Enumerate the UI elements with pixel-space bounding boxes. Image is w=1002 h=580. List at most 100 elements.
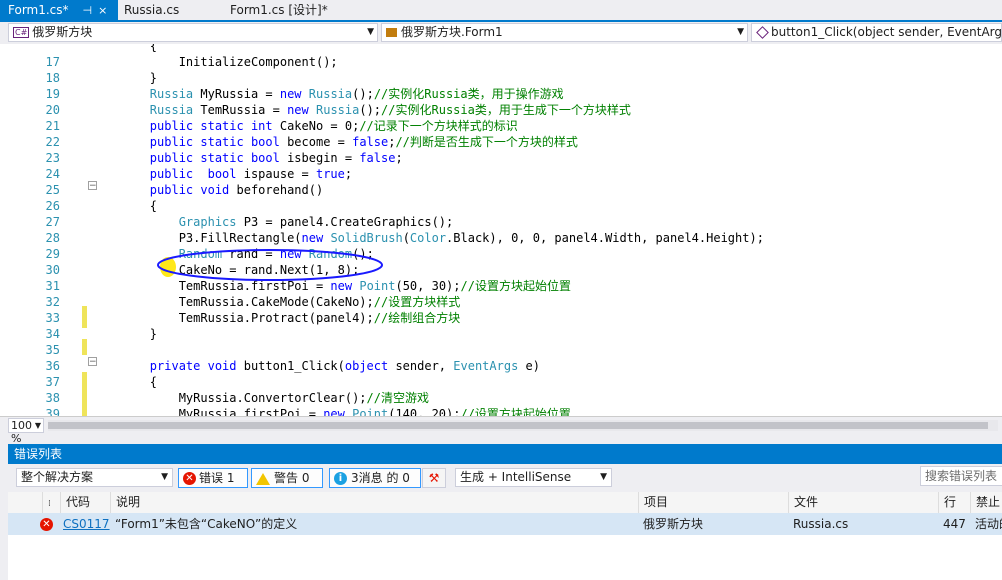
code-line[interactable]: private void button1_Click(object sender… bbox=[92, 358, 540, 374]
line-number: 25 bbox=[45, 183, 60, 197]
member-name: button1_Click(object sender, EventArgs bbox=[771, 25, 1002, 39]
line-number: 35 bbox=[45, 343, 60, 357]
line-number: 19 bbox=[45, 87, 60, 101]
messages-filter-button[interactable]: i 3消息 的 0 bbox=[329, 468, 421, 488]
error-icon-cell: ✕ bbox=[38, 513, 60, 535]
tab-label: Form1.cs [设计]* bbox=[230, 3, 328, 17]
error-code-link[interactable]: CS0117 bbox=[63, 517, 110, 531]
column-project[interactable]: 项目 bbox=[638, 492, 788, 513]
errors-filter-button[interactable]: ✕ 错误 1 bbox=[178, 468, 248, 488]
scrollbar-thumb[interactable] bbox=[48, 422, 988, 429]
chevron-down-icon: ▼ bbox=[600, 472, 607, 482]
line-number: 31 bbox=[45, 279, 60, 293]
navigation-bar: C# 俄罗斯方块 ▼ 俄罗斯方块.Form1 ▼ button1_Click(obje… bbox=[0, 22, 1002, 44]
tab-russia-cs[interactable]: Russia.cs bbox=[116, 0, 216, 20]
change-marker bbox=[82, 306, 87, 328]
source-dropdown[interactable]: 生成 + IntelliSense ▼ bbox=[455, 468, 612, 487]
column-icon[interactable] bbox=[8, 492, 42, 513]
line-number: 30 bbox=[45, 263, 60, 277]
code-line[interactable]: Russia MyRussia = new Russia();//实例化Russ… bbox=[92, 86, 564, 102]
zoom-combo[interactable]: 100 % ▼ bbox=[8, 418, 44, 445]
class-combo[interactable]: 俄罗斯方块.Form1 ▼ bbox=[381, 23, 748, 42]
error-icon: ✕ bbox=[40, 518, 53, 531]
column-label: 行 bbox=[944, 495, 957, 509]
class-name: 俄罗斯方块.Form1 bbox=[401, 25, 503, 39]
error-suppression: 活动的 bbox=[975, 517, 1002, 531]
table-row[interactable]: ✕ CS0117 “Form1”未包含“CakeNO”的定义 俄罗斯方块 Rus… bbox=[8, 513, 1002, 535]
warnings-filter-button[interactable]: 警告 0 bbox=[251, 468, 323, 488]
code-line[interactable]: MyRussia.ConvertorClear();//清空游戏 bbox=[92, 390, 429, 406]
member-combo[interactable]: button1_Click(object sender, EventArgs bbox=[751, 23, 1002, 42]
code-line[interactable]: InitializeComponent(); bbox=[92, 54, 338, 70]
errors-label: 错误 1 bbox=[199, 471, 235, 485]
line-number: 37 bbox=[45, 375, 60, 389]
column-filter-icon[interactable]: ⁞ bbox=[42, 492, 60, 513]
error-list-toolbar: 整个解决方案 ▼ ✕ 错误 1 警告 0 i 3消息 的 0 ⚒ 生成 + Intel… bbox=[8, 464, 1002, 490]
project-combo[interactable]: C# 俄罗斯方块 ▼ bbox=[8, 23, 378, 42]
project-cell: 俄罗斯方块 bbox=[638, 513, 788, 535]
collapse-icon[interactable]: − bbox=[88, 357, 97, 367]
error-file: Russia.cs bbox=[793, 517, 849, 531]
code-line[interactable]: TemRussia.Protract(panel4);//绘制组合方块 bbox=[92, 310, 461, 326]
editor-status-strip: 100 % ▼ bbox=[0, 416, 1002, 445]
code-line[interactable]: { bbox=[92, 198, 157, 214]
chevron-down-icon: ▼ bbox=[34, 421, 41, 430]
messages-label: 3消息 的 0 bbox=[351, 471, 410, 485]
scope-dropdown[interactable]: 整个解决方案 ▼ bbox=[16, 468, 173, 487]
code-cell[interactable]: CS0117 bbox=[58, 513, 110, 535]
column-label: 禁止 bbox=[976, 495, 1001, 509]
hand-drawn-circle bbox=[157, 249, 383, 281]
code-line[interactable]: public bool ispause = true; bbox=[92, 166, 352, 182]
annotation-overlay bbox=[157, 249, 383, 281]
line-number: 20 bbox=[45, 103, 60, 117]
error-line: 447 bbox=[943, 517, 966, 531]
code-line[interactable]: public void beforehand() bbox=[92, 182, 323, 198]
code-editor[interactable]: 17 18 19 20 21 22 23 24 25 26 27 28 29 30 31 32 33 34 35 36… bbox=[0, 44, 1002, 416]
scope-value: 整个解决方案 bbox=[21, 470, 94, 484]
filter-build-errors-button[interactable]: ⚒ bbox=[422, 468, 446, 488]
error-list-title: 错误列表 bbox=[8, 444, 1002, 464]
close-icon[interactable]: × bbox=[98, 4, 107, 17]
tab-label: Form1.cs* bbox=[8, 3, 69, 17]
column-description[interactable]: 说明 bbox=[110, 492, 638, 513]
tab-form1-cs[interactable]: Form1.cs* ⊣ × bbox=[0, 0, 118, 20]
code-line[interactable]: Graphics P3 = panel4.CreateGraphics(); bbox=[92, 214, 454, 230]
error-project: 俄罗斯方块 bbox=[643, 517, 704, 531]
tab-form1-designer[interactable]: Form1.cs [设计]* bbox=[222, 0, 342, 20]
method-icon bbox=[756, 26, 769, 39]
line-number: 24 bbox=[45, 167, 60, 181]
warnings-label: 警告 0 bbox=[274, 471, 310, 485]
line-number: 23 bbox=[45, 151, 60, 165]
column-file[interactable]: 文件 bbox=[788, 492, 938, 513]
file-cell: Russia.cs bbox=[788, 513, 938, 535]
code-line[interactable]: { bbox=[92, 374, 157, 390]
code-line[interactable]: public static bool become = false;//判断是否… bbox=[92, 134, 578, 150]
chevron-down-icon: ▼ bbox=[367, 27, 374, 37]
code-line[interactable]: } bbox=[92, 326, 157, 342]
code-line[interactable]: MyRussia.firstPoi = new Point(140, 20);/… bbox=[92, 406, 571, 416]
column-line[interactable]: 行 bbox=[938, 492, 970, 513]
code-line[interactable]: Russia TemRussia = new Russia();//实例化Rus… bbox=[92, 102, 631, 118]
line-number: 38 bbox=[45, 391, 60, 405]
suppression-cell: 活动的 bbox=[970, 513, 1002, 535]
collapse-icon[interactable]: − bbox=[88, 181, 97, 191]
chevron-down-icon: ▼ bbox=[737, 27, 744, 37]
warning-icon bbox=[256, 472, 270, 485]
code-line[interactable]: public static bool isbegin = false; bbox=[92, 150, 403, 166]
horizontal-scrollbar[interactable] bbox=[48, 420, 998, 431]
class-icon bbox=[386, 28, 397, 37]
code-line[interactable]: public static int CakeNo = 0;//记录下一个方块样式… bbox=[92, 118, 518, 134]
column-suppression[interactable]: 禁止 bbox=[970, 492, 1002, 513]
code-line[interactable]: { bbox=[92, 44, 157, 54]
search-error-list-input[interactable]: 搜索错误列表 bbox=[920, 466, 1002, 486]
error-icon: ✕ bbox=[183, 472, 196, 485]
line-number: 18 bbox=[45, 71, 60, 85]
column-code[interactable]: 代码 bbox=[60, 492, 110, 513]
filter-icon: ⁞ bbox=[48, 499, 51, 509]
filter-icon: ⚒ bbox=[428, 471, 440, 485]
pin-icon[interactable]: ⊣ bbox=[83, 4, 93, 17]
line-number: 26 bbox=[45, 199, 60, 213]
code-line[interactable]: } bbox=[92, 70, 157, 86]
source-value: 生成 + IntelliSense bbox=[460, 470, 572, 484]
code-line[interactable]: TemRussia.CakeMode(CakeNo);//设置方块样式 bbox=[92, 294, 461, 310]
